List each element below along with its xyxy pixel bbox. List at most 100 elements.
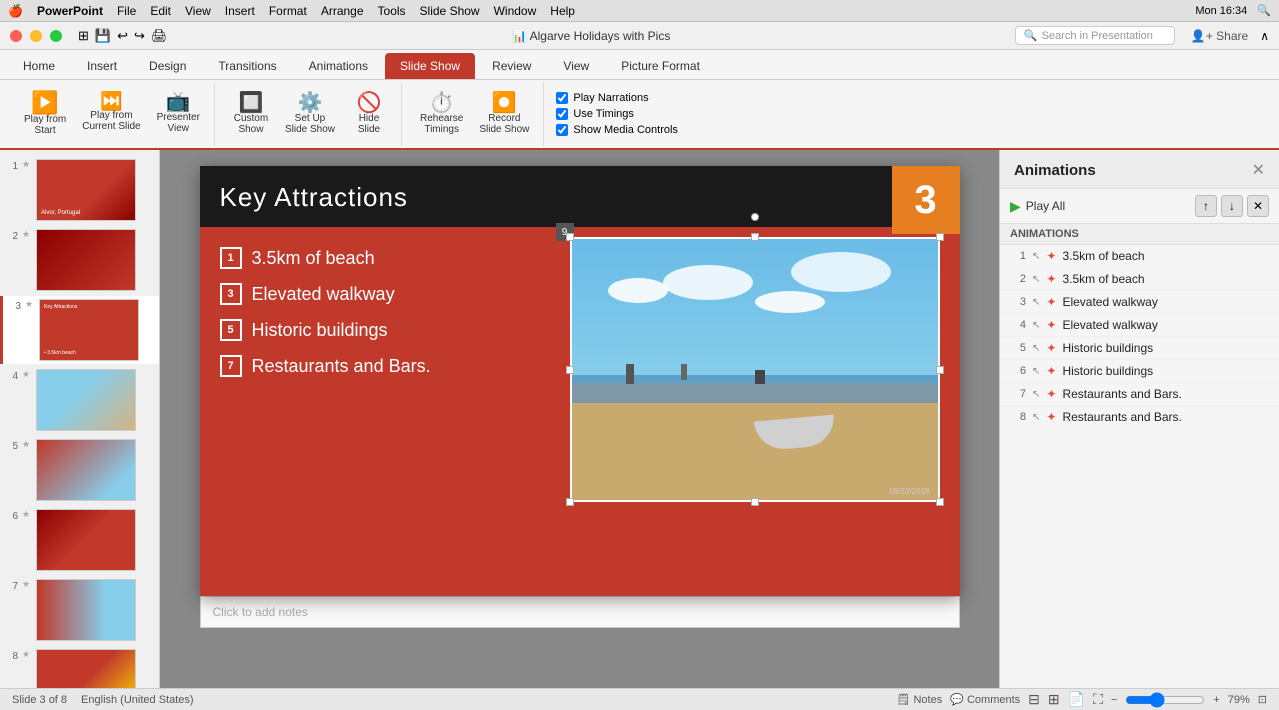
notes-area[interactable]: Click to add notes bbox=[200, 596, 960, 628]
custom-show-button[interactable]: 🔲 CustomShow bbox=[227, 90, 275, 138]
use-timings-checkbox[interactable]: Use Timings bbox=[556, 108, 634, 120]
handle-top-center[interactable] bbox=[751, 233, 759, 241]
bullet-number: 3 bbox=[220, 283, 242, 305]
search-box[interactable]: 🔍 Search in Presentation bbox=[1015, 26, 1175, 45]
setup-slideshow-icon: ⚙️ bbox=[298, 93, 323, 113]
comments-button[interactable]: 💬 Comments bbox=[950, 693, 1020, 706]
slide-thumb-8[interactable]: 8 ★ bbox=[0, 646, 159, 688]
tab-picture-format[interactable]: Picture Format bbox=[606, 53, 715, 79]
sidebar-toggle-icon[interactable]: ⊞ bbox=[78, 28, 89, 44]
menu-item-edit[interactable]: Edit bbox=[150, 4, 171, 18]
handle-mid-left[interactable] bbox=[566, 366, 574, 374]
animation-row[interactable]: 4 ↖ ✦ Elevated walkway bbox=[1000, 314, 1279, 337]
slide-canvas[interactable]: Key Attractions 3 1 3.5km of beach 3 Ele… bbox=[200, 166, 960, 596]
menu-item-format[interactable]: Format bbox=[269, 4, 307, 18]
animation-row[interactable]: 7 ↖ ✦ Restaurants and Bars. bbox=[1000, 383, 1279, 406]
minimize-button[interactable] bbox=[30, 30, 42, 42]
fit-window-icon[interactable]: ⊡ bbox=[1258, 693, 1267, 706]
slide-thumb-7[interactable]: 7 ★ bbox=[0, 576, 159, 644]
play-from-start-button[interactable]: ▶️ Play fromStart bbox=[18, 89, 72, 139]
use-timings-input[interactable] bbox=[556, 108, 568, 120]
panel-close-button[interactable]: ✕ bbox=[1252, 160, 1265, 180]
tab-view[interactable]: View bbox=[548, 53, 604, 79]
slide-thumb-1[interactable]: 1 ★ Alvor, Portugal bbox=[0, 156, 159, 224]
play-all-button[interactable]: ▶ Play All bbox=[1010, 198, 1065, 215]
handle-bot-center[interactable] bbox=[751, 498, 759, 506]
search-icon[interactable]: 🔍 bbox=[1257, 4, 1271, 17]
handle-mid-right[interactable] bbox=[936, 366, 944, 374]
tab-transitions[interactable]: Transitions bbox=[203, 53, 291, 79]
hide-slide-button[interactable]: 🚫 HideSlide bbox=[345, 90, 393, 138]
slide-image-container[interactable]: 9 bbox=[570, 237, 940, 502]
menu-item-arrange[interactable]: Arrange bbox=[321, 4, 364, 18]
notes-button[interactable]: 🗒 Notes bbox=[896, 693, 942, 706]
print-icon[interactable]: 🖨 bbox=[151, 28, 168, 44]
close-button[interactable] bbox=[10, 30, 22, 42]
zoom-in-icon[interactable]: + bbox=[1213, 694, 1219, 706]
move-up-button[interactable]: ↑ bbox=[1195, 195, 1217, 217]
menu-item-file[interactable]: File bbox=[117, 4, 136, 18]
setup-slideshow-button[interactable]: ⚙️ Set UpSlide Show bbox=[279, 90, 341, 138]
slide-thumbnail-7 bbox=[36, 579, 136, 641]
animation-index: 5 bbox=[1010, 342, 1026, 354]
rotate-handle[interactable] bbox=[751, 213, 759, 221]
slide-thumb-2[interactable]: 2 ★ bbox=[0, 226, 159, 294]
play-from-current-icon: ⏭️ bbox=[100, 92, 122, 110]
zoom-out-icon[interactable]: − bbox=[1111, 694, 1117, 706]
play-narrations-checkbox[interactable]: Play Narrations bbox=[556, 92, 648, 104]
slide-thumb-3[interactable]: 3 ★ Key Attractions• 3.5km beach bbox=[0, 296, 159, 364]
animation-index: 6 bbox=[1010, 365, 1026, 377]
tab-review[interactable]: Review bbox=[477, 53, 546, 79]
normal-view-icon[interactable]: ⊟ bbox=[1028, 691, 1040, 708]
apple-menu[interactable]: 🍎 bbox=[8, 4, 23, 18]
zoom-slider[interactable] bbox=[1125, 692, 1205, 708]
reading-view-icon[interactable]: 📄 bbox=[1068, 691, 1085, 708]
maximize-button[interactable] bbox=[50, 30, 62, 42]
animation-row[interactable]: 3 ↖ ✦ Elevated walkway bbox=[1000, 291, 1279, 314]
slide-sorter-icon[interactable]: ⊞ bbox=[1048, 691, 1060, 708]
slide-number-value: 3 bbox=[914, 178, 936, 223]
move-down-button[interactable]: ↓ bbox=[1221, 195, 1243, 217]
animation-row[interactable]: 1 ↖ ✦ 3.5km of beach bbox=[1000, 245, 1279, 268]
animation-star-icon: ✦ bbox=[1046, 318, 1056, 332]
slide-thumb-4[interactable]: 4 ★ bbox=[0, 366, 159, 434]
animation-row[interactable]: 6 ↖ ✦ Historic buildings bbox=[1000, 360, 1279, 383]
presenter-view-button[interactable]: 📺 PresenterView bbox=[151, 89, 206, 139]
show-media-controls-input[interactable] bbox=[556, 124, 568, 136]
animation-row[interactable]: 8 ↖ ✦ Restaurants and Bars. bbox=[1000, 406, 1279, 429]
redo-icon[interactable]: ↪ bbox=[134, 28, 145, 44]
share-button[interactable]: 👤+ Share bbox=[1191, 29, 1248, 43]
menu-item-tools[interactable]: Tools bbox=[378, 4, 406, 18]
menu-item-help[interactable]: Help bbox=[550, 4, 575, 18]
play-from-current-button[interactable]: ⏭️ Play fromCurrent Slide bbox=[76, 89, 146, 139]
remove-animation-button[interactable]: ✕ bbox=[1247, 195, 1269, 217]
panel-toolbar: ▶ Play All ↑ ↓ ✕ bbox=[1000, 189, 1279, 224]
slide-thumb-6[interactable]: 6 ★ bbox=[0, 506, 159, 574]
show-media-controls-checkbox[interactable]: Show Media Controls bbox=[556, 124, 678, 136]
rehearse-timings-button[interactable]: ⏱️ RehearseTimings bbox=[414, 90, 469, 138]
handle-top-left[interactable] bbox=[566, 233, 574, 241]
handle-bot-right[interactable] bbox=[936, 498, 944, 506]
tab-home[interactable]: Home bbox=[8, 53, 70, 79]
tab-design[interactable]: Design bbox=[134, 53, 201, 79]
record-slideshow-button[interactable]: ⏺️ RecordSlide Show bbox=[473, 90, 535, 138]
bullet-text: Historic buildings bbox=[252, 319, 388, 341]
animation-row[interactable]: 5 ↖ ✦ Historic buildings bbox=[1000, 337, 1279, 360]
tab-insert[interactable]: Insert bbox=[72, 53, 132, 79]
menu-item-window[interactable]: Window bbox=[494, 4, 537, 18]
undo-icon[interactable]: ↩ bbox=[117, 28, 128, 44]
fullscreen-icon[interactable]: ⛶ bbox=[1093, 691, 1103, 708]
menu-item-slideshow[interactable]: Slide Show bbox=[420, 4, 480, 18]
tab-animations[interactable]: Animations bbox=[294, 53, 383, 79]
tab-slideshow[interactable]: Slide Show bbox=[385, 53, 475, 79]
animation-row[interactable]: 2 ↖ ✦ 3.5km of beach bbox=[1000, 268, 1279, 291]
save-icon[interactable]: 💾 bbox=[95, 28, 111, 44]
chevron-up-icon[interactable]: ∧ bbox=[1260, 29, 1269, 43]
handle-top-right[interactable] bbox=[936, 233, 944, 241]
slide-thumb-5[interactable]: 5 ★ bbox=[0, 436, 159, 504]
handle-bot-left[interactable] bbox=[566, 498, 574, 506]
menu-item-insert[interactable]: Insert bbox=[225, 4, 255, 18]
play-narrations-input[interactable] bbox=[556, 92, 568, 104]
menu-item-view[interactable]: View bbox=[185, 4, 211, 18]
menu-item-powerpoint[interactable]: PowerPoint bbox=[37, 4, 103, 18]
